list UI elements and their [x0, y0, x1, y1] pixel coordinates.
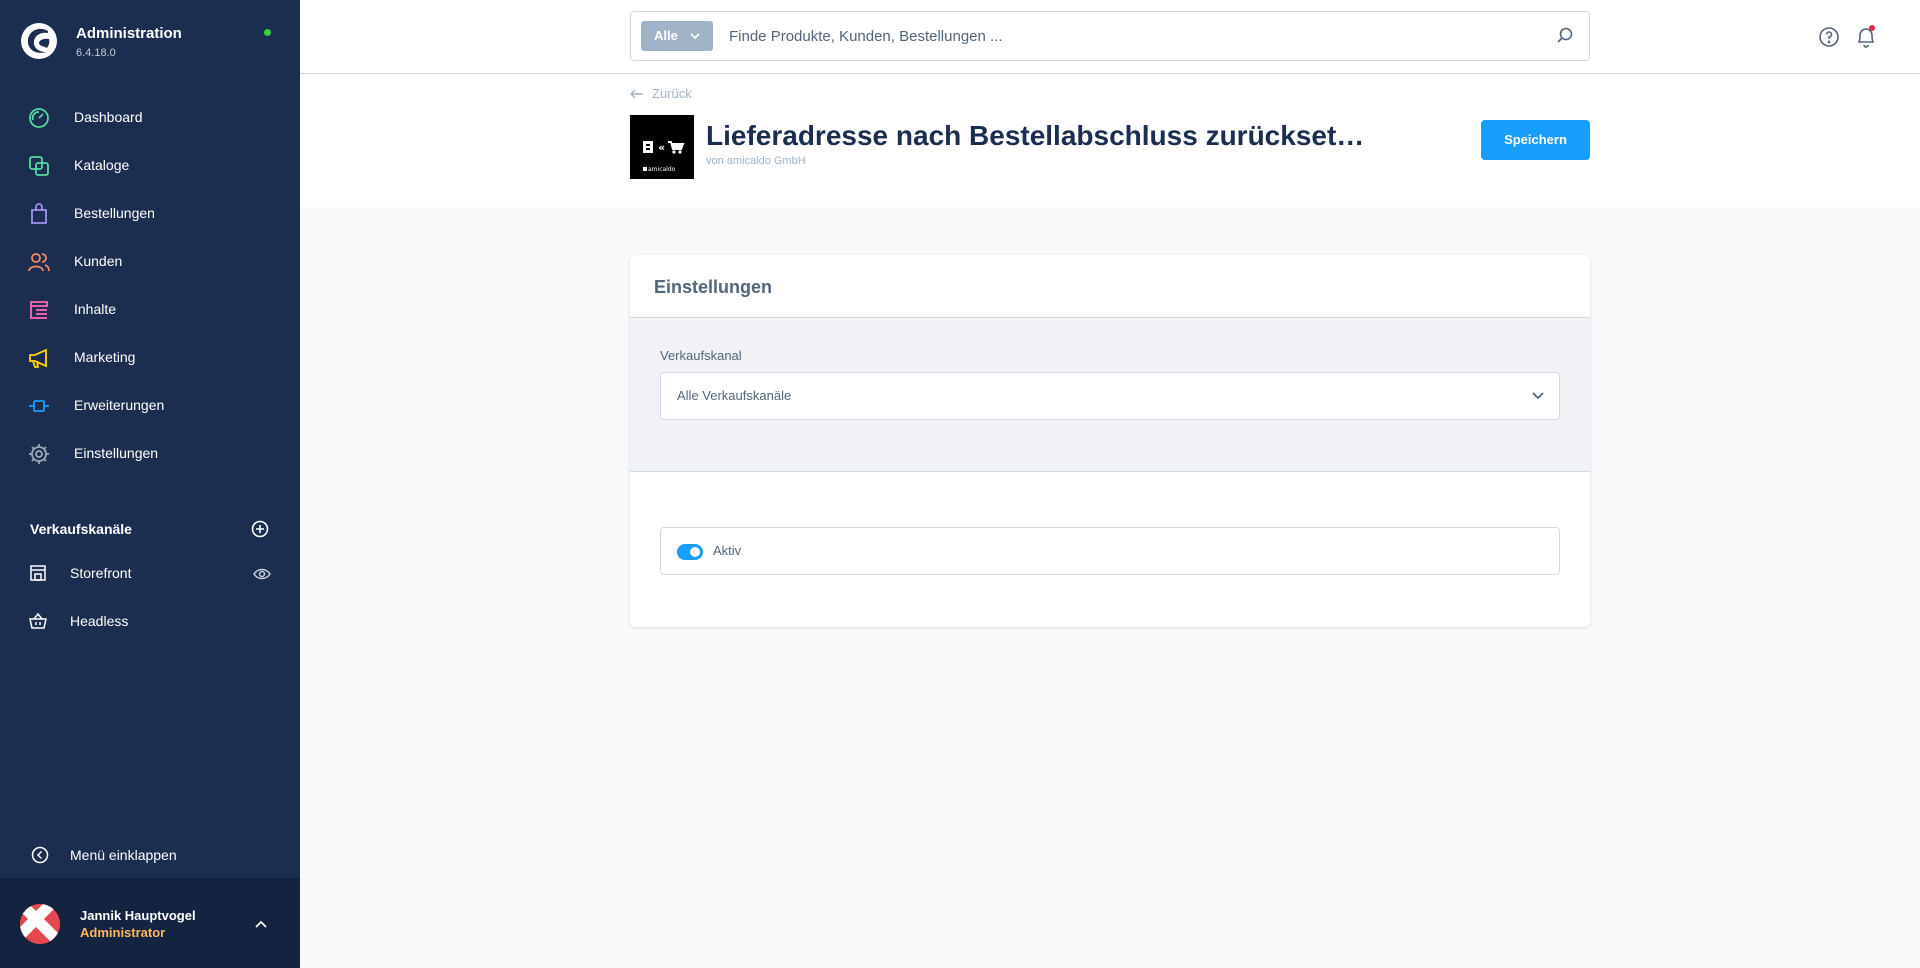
avatar	[20, 904, 60, 944]
eye-icon[interactable]	[253, 566, 271, 582]
bell-icon[interactable]	[1855, 25, 1877, 49]
sidebar-item-bestellungen[interactable]: Bestellungen	[0, 190, 300, 238]
topbar: Alle	[300, 0, 1920, 74]
avatar-image	[20, 904, 60, 944]
sidebar-item-label: Kunden	[74, 253, 123, 269]
sidebar-item-marketing[interactable]: Marketing	[0, 334, 300, 382]
chevron-up-icon[interactable]	[254, 917, 268, 931]
logo-text: amicaldo	[648, 166, 676, 173]
card-header: Einstellungen	[630, 255, 1590, 318]
logo-glyph: «	[658, 141, 665, 154]
sidebar-item-label: Dashboard	[74, 109, 143, 125]
status-indicator	[264, 29, 271, 36]
sidebar-item-inhalte[interactable]: Inhalte	[0, 286, 300, 334]
search-input[interactable]	[729, 25, 1549, 47]
sales-channel-value: Alle Verkaufskanäle	[677, 388, 792, 403]
sidebar-item-label: Inhalte	[74, 301, 117, 317]
sidebar-item-kataloge[interactable]: Kataloge	[0, 142, 300, 190]
settings-card: Einstellungen Verkaufskanal Alle Verkauf…	[630, 255, 1590, 627]
sidebar-item-label: Kataloge	[74, 157, 130, 173]
dashboard-icon	[29, 108, 49, 128]
user-panel[interactable]: Jannik Hauptvogel Administrator	[0, 878, 300, 968]
sidebar-header: Administration 6.4.18.0	[0, 0, 300, 80]
app-version: 6.4.18.0	[76, 47, 116, 59]
card-title: Einstellungen	[654, 277, 773, 297]
plugin-author: von amicaldo GmbH	[706, 155, 806, 167]
help-icon[interactable]	[1818, 26, 1840, 48]
sales-channel-storefront[interactable]: Storefront	[0, 552, 300, 596]
main-nav: Dashboard Kataloge Bestellungen Kunden I…	[0, 94, 300, 478]
sales-channel-section: Verkaufskanal Alle Verkaufskanäle	[630, 318, 1590, 472]
collapse-menu-label: Menü einklappen	[70, 847, 177, 863]
sidebar-item-kunden[interactable]: Kunden	[0, 238, 300, 286]
content-icon	[30, 301, 48, 319]
chevron-left-circle-icon	[31, 846, 49, 864]
active-switch-field: Aktiv	[660, 527, 1560, 575]
basket-icon	[29, 612, 47, 629]
plugin-logo: « amicaldo	[630, 115, 694, 179]
sidebar-item-label: Erweiterungen	[74, 397, 165, 413]
megaphone-icon	[29, 348, 47, 368]
sidebar-item-dashboard[interactable]: Dashboard	[0, 94, 300, 142]
user-role: Administrator	[80, 925, 166, 940]
users-icon	[28, 253, 50, 272]
search-icon[interactable]	[1556, 26, 1574, 44]
sales-channel-headless[interactable]: Headless	[0, 600, 300, 644]
sidebar-item-einstellungen[interactable]: Einstellungen	[0, 430, 300, 478]
search-type-dropdown[interactable]: Alle	[641, 21, 713, 51]
catalog-icon	[29, 156, 49, 176]
back-label: Zurück	[652, 86, 692, 101]
arrow-left-icon	[630, 89, 643, 99]
gear-icon	[29, 444, 49, 464]
plugin-logo-image: « amicaldo	[630, 115, 694, 179]
add-sales-channel-icon[interactable]	[251, 520, 269, 538]
sidebar-item-erweiterungen[interactable]: Erweiterungen	[0, 382, 300, 430]
toggle-knob	[690, 547, 700, 557]
sales-channel-label: Headless	[70, 613, 129, 629]
plug-icon	[29, 400, 49, 412]
sales-channel-label: Verkaufskanal	[660, 348, 742, 363]
page-title: Lieferadresse nach Bestellabschluss zurü…	[706, 120, 1365, 151]
sidebar-item-label: Einstellungen	[74, 445, 159, 461]
sales-channels-title: Verkaufskanäle	[30, 521, 132, 537]
active-label: Aktiv	[713, 543, 742, 558]
sales-channel-label: Storefront	[70, 565, 132, 581]
active-toggle[interactable]	[677, 544, 703, 560]
sidebar: Administration 6.4.18.0 Dashboard Katalo…	[0, 0, 300, 968]
user-name: Jannik Hauptvogel	[80, 908, 196, 923]
shopware-logo-icon[interactable]	[20, 22, 58, 60]
global-search: Alle	[630, 11, 1590, 61]
search-type-label: Alle	[654, 28, 678, 43]
chevron-down-icon	[690, 33, 700, 40]
sidebar-item-label: Bestellungen	[74, 205, 155, 221]
app-title: Administration	[76, 25, 182, 42]
sales-channel-select[interactable]: Alle Verkaufskanäle	[660, 372, 1560, 420]
bag-icon	[31, 203, 47, 224]
storefront-icon	[30, 565, 46, 581]
sidebar-item-label: Marketing	[74, 349, 136, 365]
collapse-menu-button[interactable]: Menü einklappen	[0, 835, 300, 875]
save-button[interactable]: Speichern	[1481, 120, 1590, 160]
chevron-down-icon	[1532, 392, 1544, 400]
